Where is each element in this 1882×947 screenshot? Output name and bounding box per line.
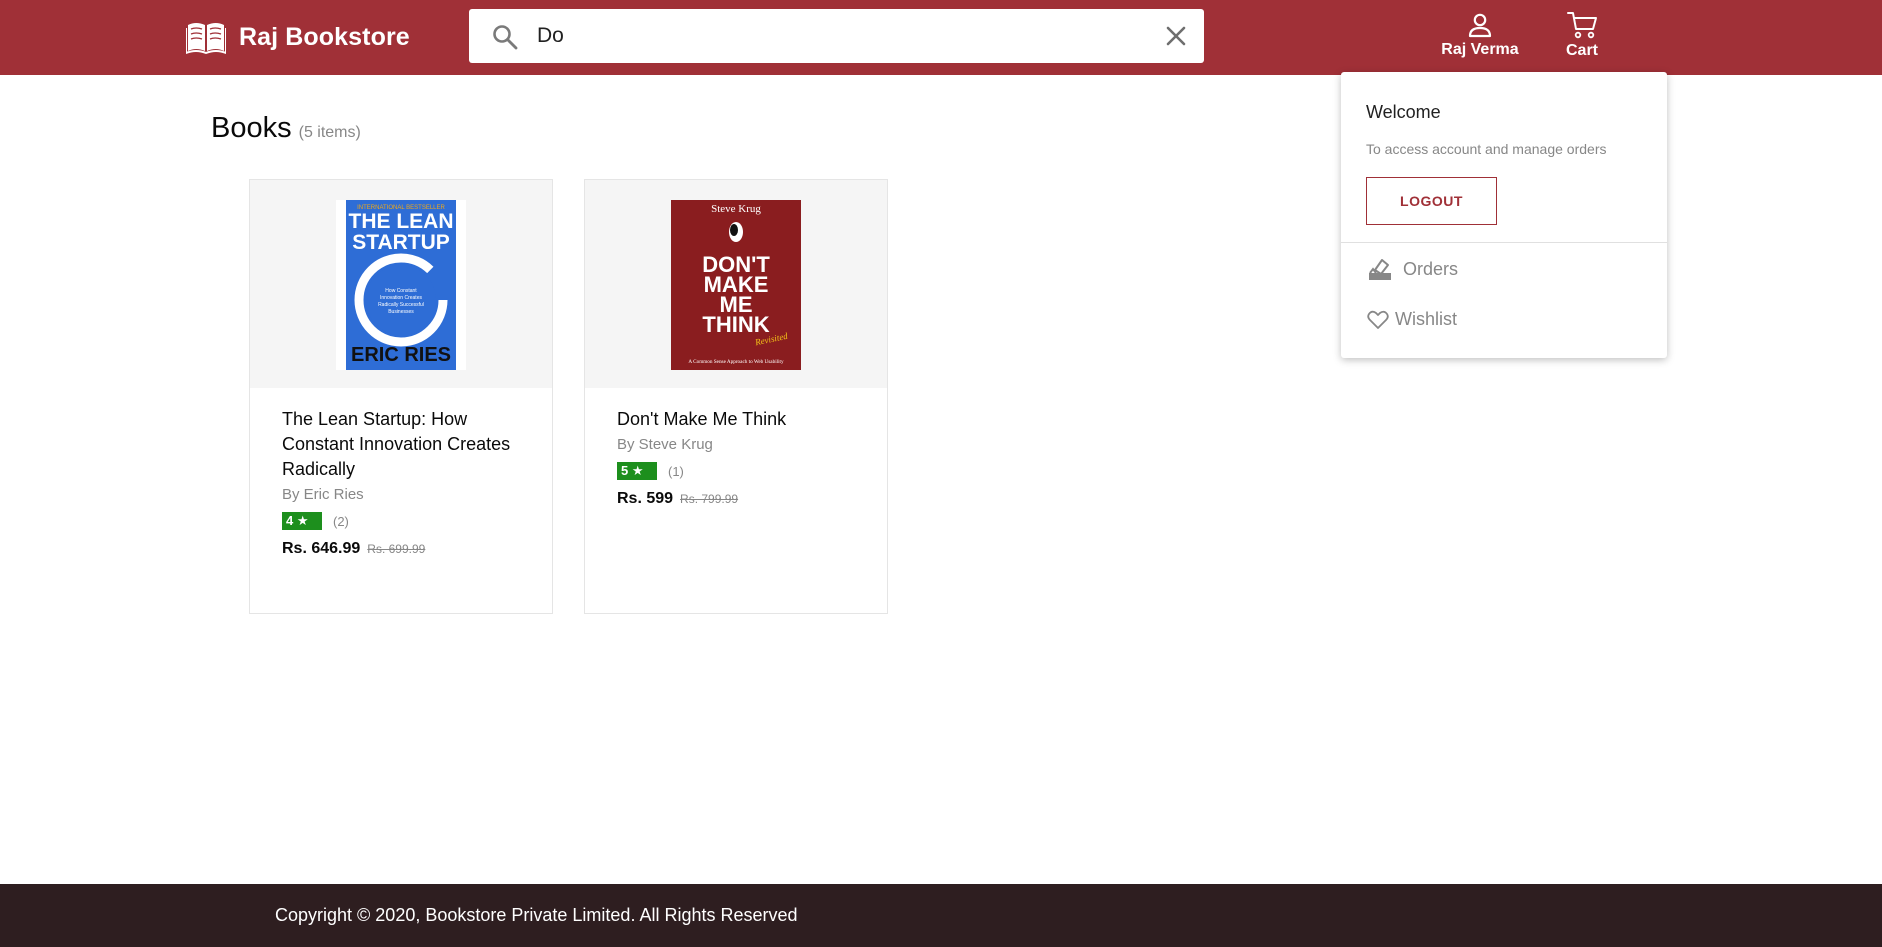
orders-label: Orders [1403, 258, 1459, 279]
user-icon [1468, 13, 1492, 38]
menu-item-wishlist[interactable]: Wishlist [1367, 309, 1457, 330]
cover-line2: STARTUP [352, 231, 450, 254]
price-row: Rs. 646.99 Rs. 699.99 [282, 540, 522, 558]
search-icon[interactable] [491, 23, 519, 51]
book-cover-image: INTERNATIONAL BESTSELLER THE LEAN STARTU… [336, 200, 466, 370]
brand-logo[interactable]: Raj Bookstore [186, 19, 410, 55]
cover-circle-text: How Constant Innovation Creates Radicall… [378, 288, 424, 314]
cover-author: Steve Krug [711, 203, 761, 215]
heart-icon [1367, 310, 1389, 329]
account-dropdown: Welcome To access account and manage ord… [1341, 72, 1667, 358]
price-row: Rs. 599 Rs. 799.99 [617, 490, 857, 508]
user-account-button[interactable]: Raj Verma [1440, 12, 1520, 64]
wishlist-label: Wishlist [1395, 309, 1457, 329]
book-author: By Eric Ries [282, 486, 364, 503]
book-price: Rs. 599 [617, 490, 674, 507]
book-mrp: Rs. 699.99 [367, 542, 426, 556]
rating-row: 5 ★ (1) [617, 462, 857, 480]
menu-item-orders[interactable]: Orders [1367, 256, 1458, 282]
orders-icon [1369, 259, 1391, 280]
search-bar [469, 9, 1204, 63]
book-author: By Steve Krug [617, 436, 713, 453]
book-title[interactable]: The Lean Startup: How Constant Innovatio… [282, 407, 522, 482]
welcome-text: Welcome [1366, 102, 1441, 122]
footer: Copyright © 2020, Bookstore Private Limi… [0, 884, 1882, 947]
book-info: The Lean Startup: How Constant Innovatio… [282, 407, 522, 558]
search-input[interactable] [537, 17, 1117, 55]
logout-button[interactable]: LOGOUT [1366, 177, 1497, 225]
rating-row: 4 ★ (2) [282, 512, 522, 530]
cover-line4: THINK [702, 312, 769, 337]
books-heading: Books (5 items) [211, 112, 361, 145]
book-price: Rs. 646.99 [282, 540, 361, 557]
brand-name: Raj Bookstore [239, 22, 410, 51]
cover-author: ERIC RIES [351, 344, 451, 366]
review-count: (2) [333, 513, 349, 529]
book-title[interactable]: Don't Make Me Think [617, 407, 857, 432]
cart-label: Cart [1565, 42, 1598, 59]
cover-line1: THE LEAN [349, 210, 454, 233]
rating-badge: 5 ★ [617, 462, 657, 480]
book-card[interactable]: Steve Krug DON'T MAKE ME THINK Revisited… [584, 179, 888, 614]
top-header: Raj Bookstore Raj Verma Cart [0, 0, 1882, 75]
review-count: (1) [668, 463, 684, 479]
close-icon[interactable] [1162, 22, 1190, 50]
user-name: Raj Verma [1441, 41, 1519, 58]
cover-subtitle: A Common Sense Approach to Web Usability [688, 359, 784, 365]
book-cover-area: INTERNATIONAL BESTSELLER THE LEAN STARTU… [250, 180, 552, 388]
rating-badge: 4 ★ [282, 512, 322, 530]
book-icon [186, 23, 226, 54]
book-cover-image: Steve Krug DON'T MAKE ME THINK Revisited… [671, 200, 801, 370]
book-info: Don't Make Me Think By Steve Krug 5 ★ (1… [617, 407, 857, 508]
copyright-text: Copyright © 2020, Bookstore Private Limi… [275, 905, 798, 925]
page-title: Books [211, 112, 292, 144]
book-card[interactable]: INTERNATIONAL BESTSELLER THE LEAN STARTU… [249, 179, 553, 614]
cart-button[interactable]: Cart [1560, 10, 1604, 64]
book-mrp: Rs. 799.99 [680, 492, 739, 506]
item-count: (5 items) [298, 124, 361, 141]
welcome-subtext: To access account and manage orders [1366, 141, 1607, 157]
cart-icon [1567, 12, 1597, 39]
divider [1341, 242, 1667, 243]
book-cover-area: Steve Krug DON'T MAKE ME THINK Revisited… [585, 180, 887, 388]
